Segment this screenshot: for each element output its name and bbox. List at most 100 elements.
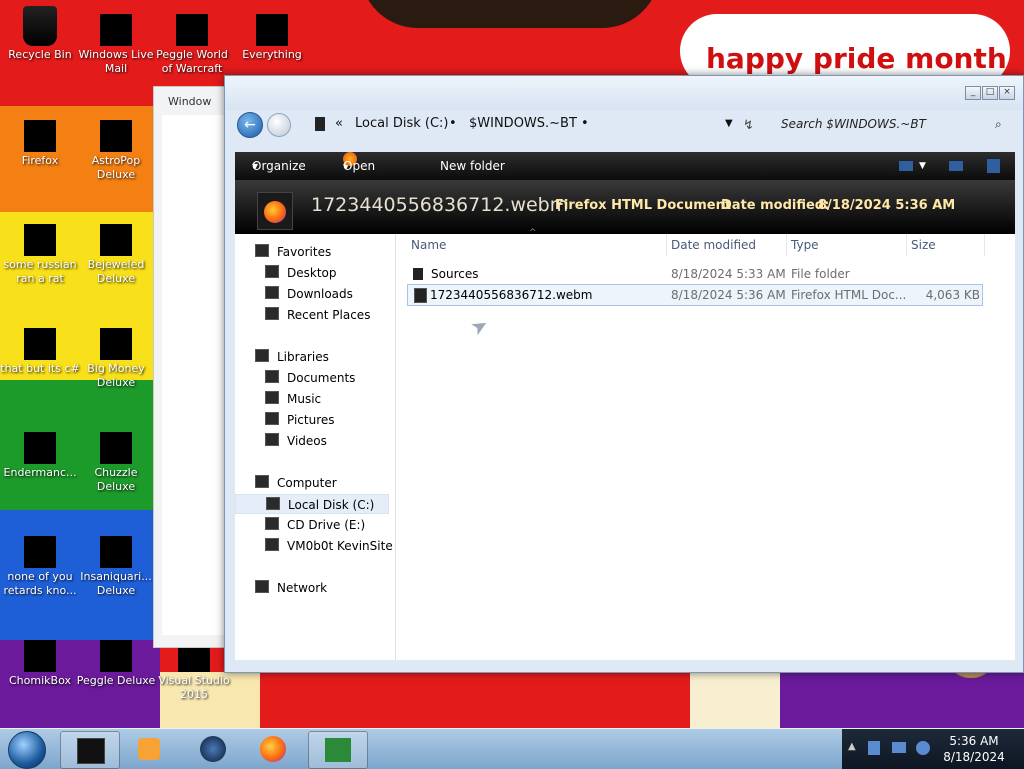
folder-icon — [413, 268, 423, 280]
chomikbox-icon — [20, 632, 60, 672]
close-button[interactable]: × — [999, 86, 1015, 100]
minimize-button[interactable]: _ — [965, 86, 981, 100]
nav-documents[interactable]: Documents — [265, 368, 355, 388]
taskbar-button-browser[interactable] — [184, 731, 242, 767]
desktop-icon-peggle-deluxe[interactable]: Peggle Deluxe — [76, 632, 156, 688]
desktop-icon-csharp[interactable]: that but its c# — [0, 320, 80, 376]
desktop-icon-russian-rat[interactable]: some russian ran a rat — [0, 216, 80, 286]
address-segment-windows-bt[interactable]: $WINDOWS.~BT — [469, 111, 577, 137]
desktop-icon-recycle-bin[interactable]: Recycle Bin — [0, 6, 80, 62]
libraries-icon — [255, 349, 269, 362]
taskbar: ▲ 5:36 AM 8/18/2024 — [0, 728, 1024, 769]
details-pane: 1723440556836712.webm Firefox HTML Docum… — [235, 180, 1015, 234]
network-drive-icon — [265, 538, 279, 551]
nav-videos[interactable]: Videos — [265, 431, 327, 451]
app-icon — [20, 216, 60, 256]
desktop-icon-big-money[interactable]: Big Money Deluxe — [76, 320, 156, 390]
tray-app-icon[interactable] — [868, 741, 880, 755]
column-header-date-modified[interactable]: Date modified — [667, 234, 787, 256]
refresh-icon[interactable]: ↯ — [743, 118, 754, 133]
mouse-cursor-icon: ➤ — [466, 311, 493, 341]
clock[interactable]: 5:36 AM 8/18/2024 — [936, 733, 1012, 765]
taskbar-button-active-app[interactable] — [308, 731, 368, 769]
file-row[interactable]: Sources 8/18/2024 5:33 AM File folder — [407, 264, 981, 284]
nav-desktop[interactable]: Desktop — [265, 263, 337, 283]
cd-drive-icon — [265, 517, 279, 530]
file-row-selected[interactable]: 1723440556836712.webm 8/18/2024 5:36 AM … — [407, 284, 983, 306]
file-icon — [257, 192, 293, 230]
volume-tray-icon[interactable] — [916, 741, 930, 755]
desktop-icon-chuzzle[interactable]: Chuzzle Deluxe — [76, 424, 156, 494]
tray-expand-icon[interactable]: ▲ — [848, 741, 856, 752]
nav-vm-site[interactable]: VM0b0t KevinSite — [265, 536, 393, 556]
new-folder-button[interactable]: New folder — [440, 152, 505, 180]
back-button[interactable]: ← — [237, 112, 263, 138]
explorer-icon — [77, 738, 105, 764]
nav-recent-places[interactable]: Recent Places — [265, 305, 370, 325]
background-window[interactable]: Window — [153, 86, 235, 648]
recent-places-icon — [265, 307, 279, 320]
desktop-icon-peggle-wow[interactable]: Peggle World of Warcraft — [152, 6, 232, 76]
taskbar-button-explorer[interactable] — [60, 731, 120, 769]
organize-button[interactable]: Organize ▾ — [252, 152, 306, 180]
desktop-icon-chomikbox[interactable]: ChomikBox — [0, 632, 80, 688]
search-input[interactable]: Search $WINDOWS.~BT ⌕ — [773, 111, 1013, 137]
app-icon — [325, 738, 351, 762]
start-button[interactable] — [8, 731, 46, 769]
desktop-icon-astropop[interactable]: AstroPop Deluxe — [76, 112, 156, 182]
taskbar-button-media-player[interactable] — [120, 731, 178, 767]
downloads-icon — [265, 286, 279, 299]
desktop-icon-insaniquarium[interactable]: Insaniquari... Deluxe — [76, 528, 156, 598]
address-segment-local-disk[interactable]: Local Disk (C:) — [355, 111, 448, 137]
desktop-icon-bejeweled[interactable]: Bejeweled Deluxe — [76, 216, 156, 286]
address-overflow[interactable]: « — [335, 111, 343, 137]
nav-pictures[interactable]: Pictures — [265, 410, 335, 430]
nav-favorites[interactable]: Favorites — [255, 242, 331, 262]
explorer-window[interactable]: _ □ × ← « Local Disk (C:) • $WINDOWS.~BT… — [224, 75, 1024, 673]
computer-icon — [255, 475, 269, 488]
taskbar-button-firefox[interactable] — [244, 731, 302, 767]
nav-libraries[interactable]: Libraries — [255, 347, 329, 367]
title-bar[interactable] — [225, 76, 1023, 110]
preview-pane-icon[interactable] — [949, 161, 963, 171]
network-icon — [255, 580, 269, 593]
desktop-icon-endermanc[interactable]: Endermanc... — [0, 424, 80, 480]
address-bar[interactable]: « Local Disk (C:) • $WINDOWS.~BT • ▼ — [311, 111, 745, 137]
game-icon — [96, 424, 136, 464]
firefox-icon — [20, 112, 60, 152]
open-button[interactable]: Open ▾ — [343, 152, 375, 180]
nav-computer[interactable]: Computer — [255, 473, 337, 493]
maximize-button[interactable]: □ — [982, 86, 998, 100]
game-icon — [96, 632, 136, 672]
nav-music[interactable]: Music — [265, 389, 321, 409]
nav-downloads[interactable]: Downloads — [265, 284, 353, 304]
desktop-icon-everything[interactable]: Everything — [232, 6, 312, 62]
desktop-icon-firefox[interactable]: Firefox — [0, 112, 80, 168]
nav-network[interactable]: Network — [255, 578, 327, 598]
folder-icon — [315, 117, 325, 131]
nav-cd-drive[interactable]: CD Drive (E:) — [265, 515, 365, 535]
column-header-name[interactable]: Name — [407, 234, 667, 256]
forward-button[interactable] — [267, 113, 291, 137]
game-icon — [172, 6, 212, 46]
column-header-type[interactable]: Type — [787, 234, 907, 256]
network-tray-icon[interactable] — [892, 742, 906, 753]
address-separator[interactable]: • — [449, 111, 457, 137]
views-dropdown-icon[interactable]: ▼ — [919, 152, 926, 180]
views-icon[interactable] — [899, 161, 913, 171]
desktop-icon-none-of-you[interactable]: none of you retards kno... — [0, 528, 80, 598]
nav-local-disk[interactable]: Local Disk (C:) — [235, 494, 389, 514]
search-icon[interactable]: ⌕ — [995, 111, 1002, 137]
help-icon[interactable] — [987, 159, 1000, 173]
game-icon — [96, 112, 136, 152]
address-dropdown-icon[interactable]: ▼ — [725, 111, 733, 137]
column-header-size[interactable]: Size — [907, 234, 985, 256]
mail-icon — [96, 6, 136, 46]
game-icon — [96, 320, 136, 360]
address-separator[interactable]: • — [581, 111, 589, 137]
webm-file-icon — [414, 288, 427, 303]
desktop-icon-windows-live-mail[interactable]: Windows Live Mail — [76, 6, 156, 76]
app-icon — [20, 528, 60, 568]
details-modified-value: 8/18/2024 5:36 AM — [818, 198, 956, 213]
pride-banner: happy pride month — [706, 42, 1007, 75]
